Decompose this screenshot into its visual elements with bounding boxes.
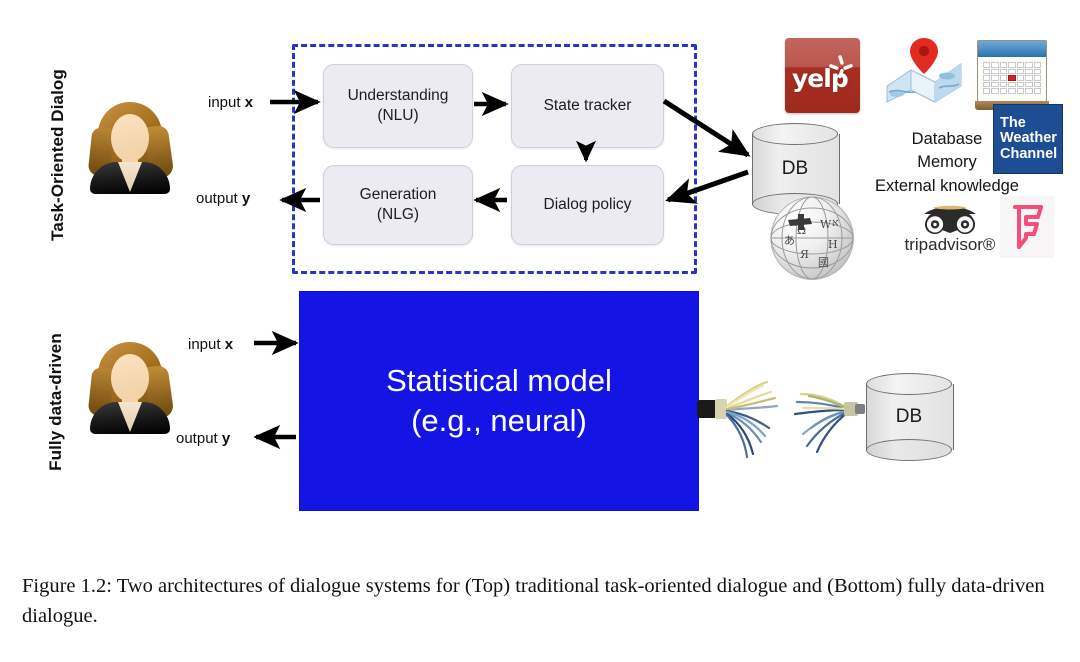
pipeline-box-state-tracker-label: State tracker xyxy=(544,96,632,116)
calendar-grid xyxy=(983,62,1041,94)
pipeline-box-dialog-policy-label: Dialog policy xyxy=(544,195,632,215)
cable-bundle-icon xyxy=(697,380,865,459)
tripadvisor-owl-graphic xyxy=(924,205,976,234)
calendar-frame xyxy=(977,40,1047,102)
output-label-top-var: y xyxy=(241,190,251,207)
knowledge-line-external: External knowledge xyxy=(874,176,1019,195)
svg-text:國: 國 xyxy=(818,256,829,269)
db-label-bottom: DB xyxy=(895,406,923,427)
pipeline-box-nlg[interactable]: Generation (NLG) xyxy=(323,165,473,245)
output-label-top-text: output xyxy=(196,190,242,207)
weather-line1: The xyxy=(1000,114,1026,131)
svg-text:W: W xyxy=(820,218,832,231)
output-label-bottom-var: y xyxy=(221,430,231,447)
row-label-fully-data-driven: Fully data-driven xyxy=(46,333,65,471)
figure-diagram: Task-Oriented Dialog Fully data-driven i… xyxy=(0,0,1080,560)
input-label-bottom: input x xyxy=(188,336,233,353)
statistical-model-label: Statistical model (e.g., neural) xyxy=(386,361,612,442)
svg-text:H: H xyxy=(828,238,838,251)
output-label-top: output y xyxy=(196,190,250,207)
pipeline-box-nlu[interactable]: Understanding (NLU) xyxy=(323,64,473,148)
model-line1: Statistical model xyxy=(386,362,612,398)
tripadvisor-wordmark: tripadvisor® xyxy=(904,235,996,254)
foursquare-logo-icon xyxy=(1000,196,1054,258)
google-maps-logo-icon xyxy=(886,38,962,103)
figure-caption: Figure 1.2: Two architectures of dialogu… xyxy=(22,575,1045,627)
output-label-bottom-text: output xyxy=(176,430,222,447)
db-label-top: DB xyxy=(781,158,809,179)
statistical-model-box[interactable]: Statistical model (e.g., neural) xyxy=(299,291,699,511)
calendar-logo-icon xyxy=(975,40,1049,110)
weather-line2: Weather xyxy=(1000,130,1057,147)
input-label-bottom-var: x xyxy=(224,336,234,353)
weather-line3: Channel xyxy=(1000,145,1058,162)
database-cylinder-top: DB xyxy=(752,123,840,215)
pipeline-box-dialog-policy[interactable]: Dialog policy xyxy=(511,165,664,245)
calendar-header xyxy=(978,41,1046,57)
svg-text:Я: Я xyxy=(800,248,809,261)
database-cylinder-bottom: DB xyxy=(866,373,954,461)
yelp-logo-icon: yelp xyxy=(785,38,860,113)
input-label-top: input x xyxy=(208,94,253,111)
dialog-policy-line1: Dialog policy xyxy=(543,196,632,214)
yelp-burst-icon xyxy=(829,55,853,79)
weather-channel-logo-icon: The Weather Channel xyxy=(993,104,1063,174)
output-label-bottom: output y xyxy=(176,430,230,447)
input-label-bottom-text: input xyxy=(188,336,225,353)
tripadvisor-logo-icon: tripadvisor® xyxy=(895,205,1005,267)
row-label-task-oriented: Task-Oriented Dialog xyxy=(48,69,67,241)
user-avatar-top xyxy=(84,100,176,194)
svg-text:א: א xyxy=(832,216,839,229)
input-label-top-var: x xyxy=(244,94,254,111)
nlu-line2: (NLU) xyxy=(377,107,419,124)
nlg-line1: Generation xyxy=(359,186,437,204)
pipeline-box-state-tracker[interactable]: State tracker xyxy=(511,64,664,148)
nlg-line2: (NLG) xyxy=(376,206,420,223)
pipeline-box-nlg-label: Generation (NLG) xyxy=(360,185,437,225)
user-avatar-bottom xyxy=(84,340,176,434)
input-label-top-text: input xyxy=(208,94,245,111)
foursquare-f-graphic xyxy=(1013,205,1043,249)
nlu-line1: Understanding xyxy=(347,87,449,105)
svg-text:あ: あ xyxy=(784,234,795,247)
model-line2: (e.g., neural) xyxy=(411,403,587,438)
state-tracker-line1: State tracker xyxy=(543,97,632,115)
pipeline-box-nlu-label: Understanding (NLU) xyxy=(348,86,449,126)
